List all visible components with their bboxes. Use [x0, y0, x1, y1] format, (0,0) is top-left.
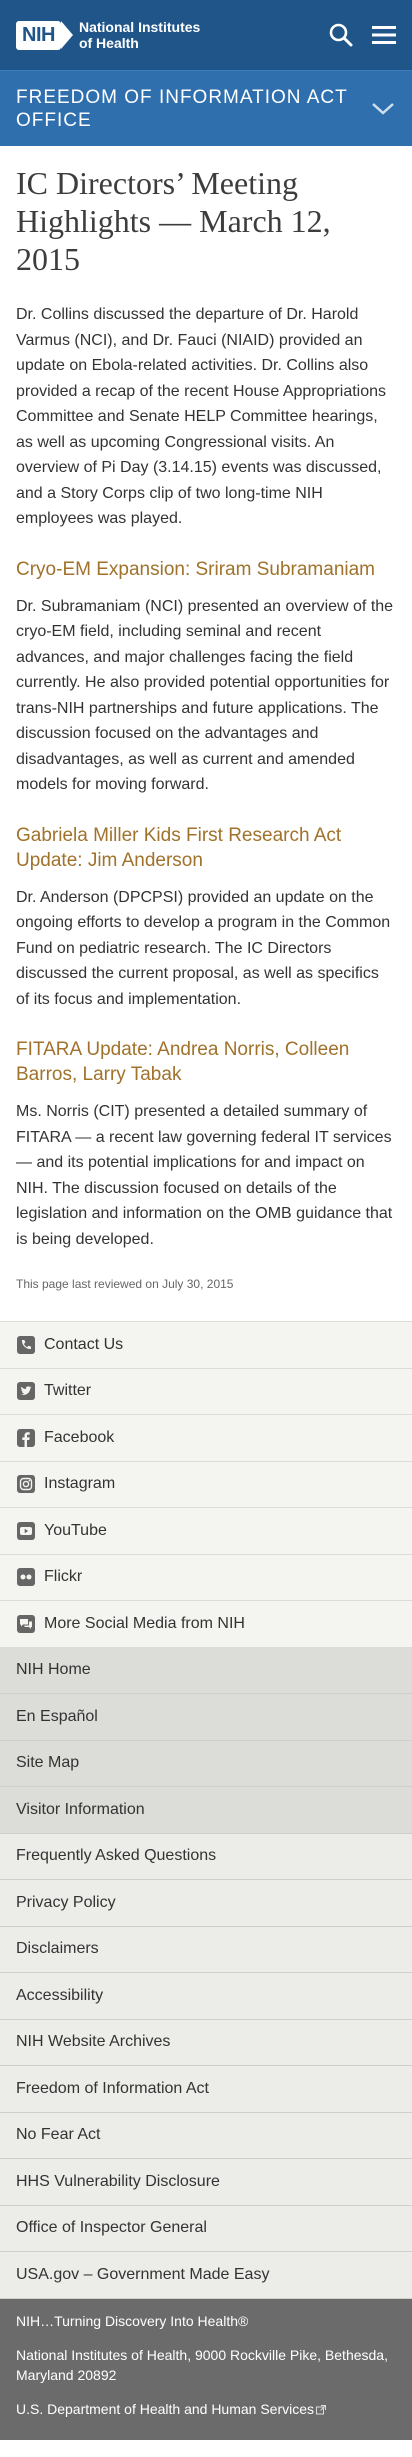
social-item-label: Facebook	[44, 1428, 115, 1446]
social-item-instagram[interactable]: Instagram	[0, 1462, 412, 1508]
top-bar: NIH National Institutes of Health	[0, 0, 412, 70]
footer-link-disclaimers[interactable]: Disclaimers	[0, 1927, 412, 1973]
footer-link-privacy-policy[interactable]: Privacy Policy	[0, 1880, 412, 1927]
nih-tagline: NIH…Turning Discovery Into Health®	[16, 2312, 249, 2329]
instagram-icon	[16, 1474, 36, 1494]
twitter-icon	[16, 1381, 36, 1401]
chat-icon	[16, 1614, 36, 1634]
social-item-label: Instagram	[44, 1475, 116, 1493]
footer-link-en-espanol[interactable]: En Español	[0, 1694, 412, 1741]
hamburger-menu-icon[interactable]	[372, 24, 396, 46]
nih-logo[interactable]: NIH National Institutes of Health	[16, 19, 200, 51]
search-icon[interactable]	[328, 22, 354, 48]
hhs-link-label: U.S. Department of Health and Human Serv…	[16, 2400, 315, 2417]
footer-link-foia[interactable]: Freedom of Information Act	[0, 2066, 412, 2113]
nih-logo-text: National Institutes of Health	[79, 19, 200, 51]
social-item-more-social-media[interactable]: More Social Media from NIH	[0, 1601, 412, 1648]
page-title: IC Directors’ Meeting Highlights — March…	[16, 165, 331, 277]
youtube-icon	[16, 1521, 36, 1541]
flickr-icon	[16, 1567, 36, 1587]
social-item-flickr[interactable]: Flickr	[0, 1555, 412, 1601]
section-text-cryo-em: Dr. Subramaniam (NCI) presented an overv…	[16, 597, 394, 794]
phone-icon	[16, 1335, 36, 1355]
section-heading-cryo-em: Cryo-EM Expansion: Sriram Subramaniam	[16, 558, 376, 580]
footer-link-usa-gov[interactable]: USA.gov – Government Made Easy	[0, 2252, 412, 2299]
header-actions	[328, 22, 396, 48]
footer-link-no-fear-act[interactable]: No Fear Act	[0, 2113, 412, 2159]
social-item-label: Twitter	[44, 1382, 92, 1400]
hhs-link[interactable]: U.S. Department of Health and Human Serv…	[16, 2401, 396, 2418]
intro-paragraph: Dr. Collins discussed the departure of D…	[16, 306, 387, 527]
nih-address: National Institutes of Health, 9000 Rock…	[16, 2346, 388, 2383]
nih-logo-mark: NIH	[16, 20, 73, 50]
facebook-icon	[16, 1428, 36, 1448]
section-title: Freedom of Information Act Office	[16, 86, 348, 131]
footer-link-website-archives[interactable]: NIH Website Archives	[0, 2020, 412, 2066]
main-content: IC Directors’ Meeting Highlights — March…	[0, 146, 412, 1291]
bottom-footer: NIH…Turning Discovery Into Health® Natio…	[0, 2298, 412, 2440]
footer-link-hhs-vulnerability-disclosure[interactable]: HHS Vulnerability Disclosure	[0, 2159, 412, 2206]
social-links: Contact Us Twitter Facebook Instagram Yo…	[0, 1321, 412, 1648]
footer-link-site-map[interactable]: Site Map	[0, 1740, 412, 1787]
section-heading-fitara: FITARA Update: Andrea Norris, Colleen Ba…	[16, 1039, 350, 1085]
social-item-twitter[interactable]: Twitter	[0, 1369, 412, 1415]
section-text-fitara: Ms. Norris (CIT) presented a detailed su…	[16, 1103, 393, 1248]
external-link-icon	[316, 2402, 327, 2418]
footer-link-faq[interactable]: Frequently Asked Questions	[0, 1834, 412, 1880]
social-item-label: More Social Media from NIH	[44, 1614, 245, 1632]
footer-links: NIH Home En Español Site Map Visitor Inf…	[0, 1647, 412, 2299]
social-item-facebook[interactable]: Facebook	[0, 1415, 412, 1462]
social-item-label: Flickr	[44, 1568, 83, 1586]
last-reviewed: This page last reviewed on July 30, 2015	[16, 1277, 234, 1291]
section-text-kids-first: Dr. Anderson (DPCPSI) provided an update…	[16, 888, 391, 1008]
social-item-youtube[interactable]: YouTube	[0, 1508, 412, 1555]
chevron-down-icon	[370, 102, 396, 116]
social-item-label: YouTube	[44, 1521, 107, 1539]
footer-link-nih-home[interactable]: NIH Home	[0, 1647, 412, 1694]
social-item-contact-us[interactable]: Contact Us	[0, 1322, 412, 1369]
logo-line-1: National Institutes	[78, 19, 201, 35]
footer-link-inspector-general[interactable]: Office of Inspector General	[0, 2206, 412, 2252]
section-menu-toggle[interactable]: Freedom of Information Act Office	[0, 70, 412, 146]
footer-link-accessibility[interactable]: Accessibility	[0, 1973, 412, 2020]
logo-line-2: of Health	[78, 35, 139, 51]
site-header: NIH National Institutes of Health Freedo…	[0, 0, 412, 146]
footer-link-visitor-information[interactable]: Visitor Information	[0, 1787, 412, 1834]
section-heading-kids-first: Gabriela Miller Kids First Research Act …	[16, 824, 342, 871]
social-item-label: Contact Us	[44, 1335, 124, 1353]
